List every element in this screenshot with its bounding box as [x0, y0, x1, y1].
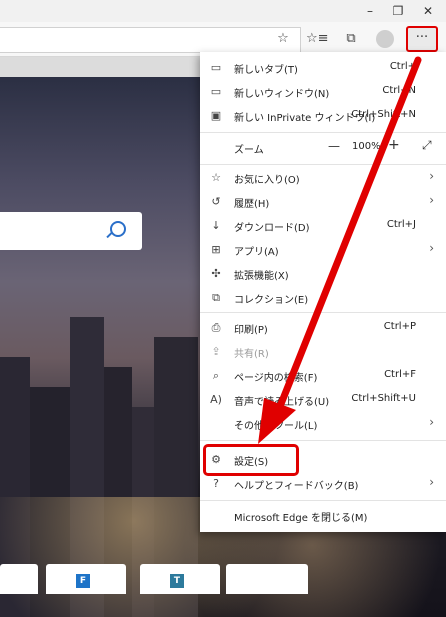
favorites-list-icon[interactable]: ☆≡: [306, 29, 329, 49]
favorites-icon: ☆: [211, 171, 221, 184]
minimize-button[interactable]: –: [356, 2, 384, 20]
chevron-right-icon: ›: [429, 241, 434, 255]
new-window-icon: ▭: [210, 85, 222, 98]
share-icon: ⇪: [211, 345, 221, 358]
download-icon: ↓: [211, 219, 221, 232]
menu-item-new-inprivate-window[interactable]: ▣ 新しい InPrivate ウィンドウ(I) Ctrl+Shift+N: [200, 104, 446, 128]
extensions-icon: ✣: [211, 267, 221, 280]
menu-item-new-tab[interactable]: ▭ 新しいタブ(T) Ctrl+: [200, 56, 446, 80]
menu-item-downloads[interactable]: ↓ ダウンロード(D) Ctrl+J: [200, 214, 446, 238]
chevron-right-icon: ›: [429, 193, 434, 207]
menu-item-new-window[interactable]: ▭ 新しいウィンドウ(N) Ctrl+N: [200, 80, 446, 104]
tile-letter-icon: T: [170, 574, 184, 588]
settings-and-more-button[interactable]: ···: [406, 26, 438, 52]
apps-icon: ⊞: [211, 243, 221, 256]
address-bar[interactable]: [0, 27, 301, 53]
chevron-right-icon: ›: [429, 475, 434, 489]
menu-item-collections[interactable]: ⧉ コレクション(E): [200, 286, 446, 310]
menu-item-read-aloud[interactable]: A) 音声で読み上げる(U) Ctrl+Shift+U: [200, 388, 446, 412]
fullscreen-icon[interactable]: ⤢: [422, 138, 432, 153]
zoom-in-button[interactable]: +: [388, 137, 400, 153]
new-tab-icon: ▭: [210, 61, 222, 74]
menu-item-extensions[interactable]: ✣ 拡張機能(X): [200, 262, 446, 286]
menu-item-apps[interactable]: ⊞ アプリ(A) ›: [200, 238, 446, 262]
chevron-right-icon: ›: [429, 415, 434, 429]
menu-item-print[interactable]: ⎙ 印刷(P) Ctrl+P: [200, 316, 446, 340]
chevron-right-icon: ›: [429, 169, 434, 183]
search-icon[interactable]: [110, 221, 126, 237]
menu-item-favorites[interactable]: ☆ お気に入り(O) ›: [200, 166, 446, 190]
find-icon: ⌕: [212, 369, 220, 382]
settings-highlight-box: [203, 444, 299, 476]
menu-item-share[interactable]: ⇪ 共有(R): [200, 340, 446, 364]
collections-icon[interactable]: ⧉: [340, 29, 362, 49]
help-icon: ?: [213, 477, 219, 490]
inprivate-icon: ▣: [210, 109, 222, 122]
add-favorite-star-icon[interactable]: ☆: [272, 29, 294, 49]
history-icon: ↺: [211, 195, 221, 208]
web-search-box[interactable]: [0, 212, 142, 250]
read-aloud-icon: A): [210, 393, 222, 406]
quick-link-tile[interactable]: T: [140, 564, 220, 594]
menu-item-more-tools[interactable]: その他のツール(L) ›: [200, 412, 446, 436]
zoom-row: ズーム — 100% + ⤢: [234, 137, 432, 156]
zoom-out-button[interactable]: —: [328, 139, 340, 153]
collections-icon: ⧉: [212, 291, 220, 304]
title-bar: – ❐ ✕: [0, 0, 446, 22]
restore-button[interactable]: ❐: [384, 2, 412, 20]
menu-item-close-edge[interactable]: Microsoft Edge を閉じる(M): [200, 504, 446, 528]
zoom-level: 100%: [352, 141, 381, 152]
menu-item-history[interactable]: ↺ 履歴(H) ›: [200, 190, 446, 214]
more-tools-icon: [208, 416, 224, 432]
quick-link-tile[interactable]: [226, 564, 308, 594]
profile-avatar[interactable]: [376, 30, 394, 48]
menu-item-find-on-page[interactable]: ⌕ ページ内の検索(F) Ctrl+F: [200, 364, 446, 388]
print-icon: ⎙: [211, 321, 221, 334]
quick-link-tile[interactable]: [0, 564, 38, 594]
close-window-button[interactable]: ✕: [414, 2, 442, 20]
tile-letter-icon: F: [76, 574, 90, 588]
quick-link-tile[interactable]: F: [46, 564, 126, 594]
